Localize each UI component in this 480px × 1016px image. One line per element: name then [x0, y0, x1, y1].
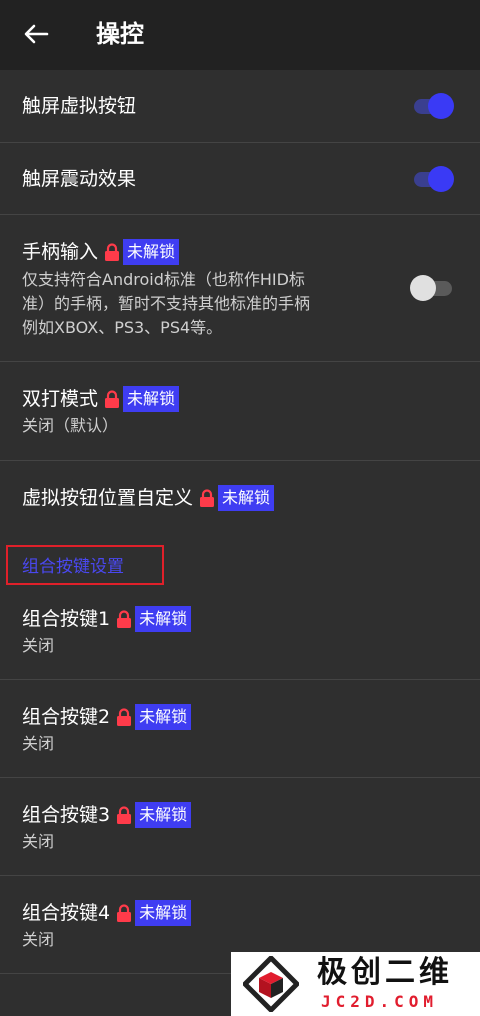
- setting-title-row: 组合按键4 未解锁: [22, 900, 192, 926]
- setting-title: 触屏虚拟按钮: [22, 95, 137, 117]
- watermark-title: 极创二维: [317, 955, 453, 990]
- combo-key-2[interactable]: 组合按键2 未解锁 关闭: [0, 680, 480, 778]
- setting-title-row: 虚拟按钮位置自定义 未解锁: [22, 485, 275, 511]
- setting-value: 关闭: [22, 930, 55, 949]
- setting-touch-buttons[interactable]: 触屏虚拟按钮: [0, 70, 480, 143]
- locked-badge: 未解锁: [135, 900, 192, 926]
- setting-title-row: 双打模式 未解锁: [22, 386, 180, 412]
- lock-icon: [105, 390, 120, 408]
- setting-title: 组合按键1: [22, 608, 111, 630]
- toggle-thumb: [428, 166, 454, 192]
- combo-key-3[interactable]: 组合按键3 未解锁 关闭: [0, 778, 480, 876]
- setting-title: 组合按键2: [22, 706, 111, 728]
- setting-title-row: 组合按键1 未解锁: [22, 606, 192, 632]
- page-title: 操控: [96, 20, 144, 48]
- setting-value: 关闭: [22, 636, 55, 655]
- lock-icon: [117, 806, 132, 824]
- watermark: 极创二维 JC2D.COM: [231, 952, 480, 1016]
- locked-badge: 未解锁: [123, 239, 180, 265]
- setting-title: 双打模式: [22, 388, 99, 410]
- setting-custom-layout[interactable]: 虚拟按钮位置自定义 未解锁: [0, 461, 480, 537]
- back-button[interactable]: [18, 18, 54, 50]
- setting-title-row: 组合按键2 未解锁: [22, 704, 192, 730]
- combo-key-1[interactable]: 组合按键1 未解锁 关闭: [0, 582, 480, 680]
- lock-icon: [117, 708, 132, 726]
- setting-value: 关闭: [22, 832, 55, 851]
- setting-title: 手柄输入: [22, 241, 99, 263]
- lock-icon: [200, 489, 215, 507]
- setting-title: 虚拟按钮位置自定义: [22, 487, 194, 509]
- setting-value: 关闭: [22, 734, 55, 753]
- gamepad-toggle[interactable]: [410, 275, 454, 301]
- setting-touch-vibration[interactable]: 触屏震动效果: [0, 143, 480, 215]
- touch-vibration-toggle[interactable]: [410, 166, 454, 192]
- setting-gamepad-input[interactable]: 手柄输入 未解锁 仅支持符合Android标准（也称作HID标 准）的手柄，暂时…: [0, 215, 480, 362]
- toggle-thumb: [428, 93, 454, 119]
- arrow-left-icon: [24, 24, 49, 44]
- lock-icon: [117, 610, 132, 628]
- watermark-subtitle: JC2D.COM: [321, 992, 439, 1011]
- app-bar: 操控: [0, 0, 480, 70]
- combo-section-header: 组合按键设置: [6, 545, 164, 585]
- locked-badge: 未解锁: [135, 802, 192, 828]
- locked-badge: 未解锁: [135, 704, 192, 730]
- setting-title-row: 组合按键3 未解锁: [22, 802, 192, 828]
- toggle-thumb: [410, 275, 436, 301]
- section-title: 组合按键设置: [22, 557, 124, 577]
- locked-badge: 未解锁: [123, 386, 180, 412]
- setting-title-row: 手柄输入 未解锁: [22, 239, 180, 265]
- setting-description: 例如XBOX、PS3、PS4等。: [22, 318, 223, 337]
- touch-buttons-toggle[interactable]: [410, 93, 454, 119]
- setting-description: 仅支持符合Android标准（也称作HID标: [22, 270, 305, 289]
- setting-value: 关闭（默认）: [22, 416, 119, 435]
- cube-logo-icon: [243, 956, 299, 1012]
- locked-badge: 未解锁: [135, 606, 192, 632]
- lock-icon: [117, 904, 132, 922]
- setting-title: 组合按键4: [22, 902, 111, 924]
- setting-double-tap[interactable]: 双打模式 未解锁 关闭（默认）: [0, 362, 480, 461]
- setting-title: 触屏震动效果: [22, 168, 137, 190]
- locked-badge: 未解锁: [218, 485, 275, 511]
- setting-title: 组合按键3: [22, 804, 111, 826]
- setting-description: 准）的手柄，暂时不支持其他标准的手柄: [22, 294, 311, 313]
- lock-icon: [105, 243, 120, 261]
